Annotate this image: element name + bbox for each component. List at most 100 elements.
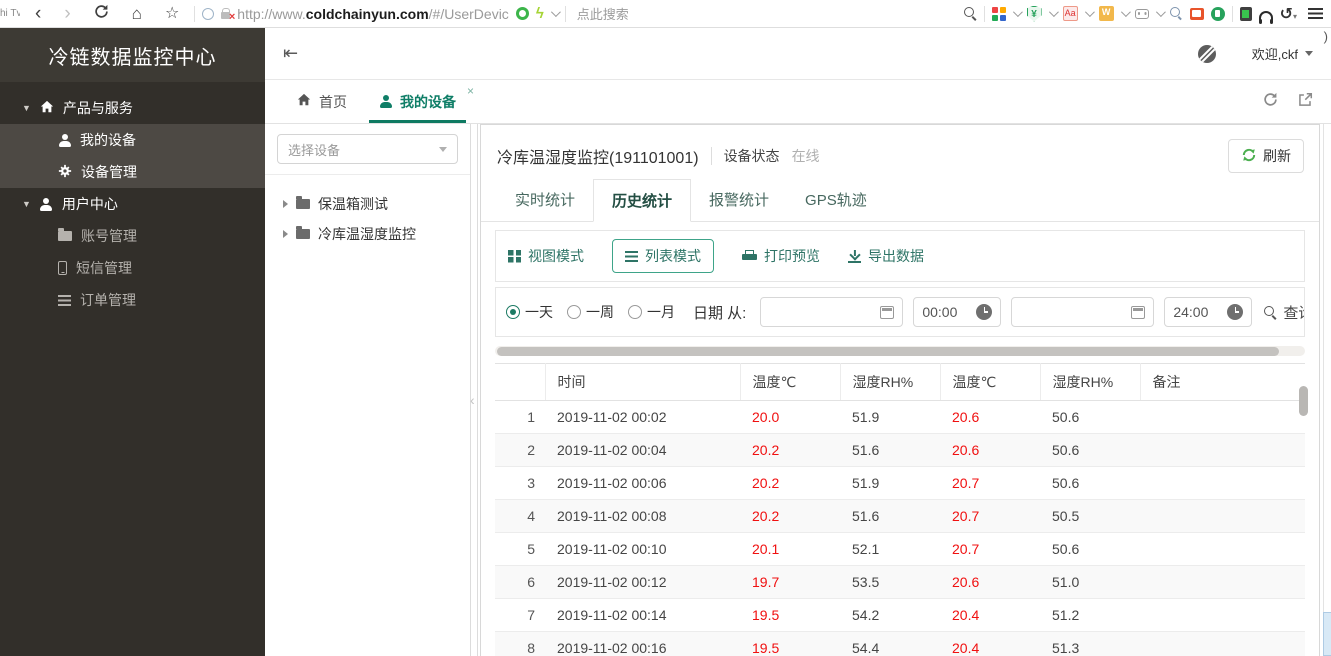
search-icon[interactable] [964, 7, 977, 20]
sidebar-menu: ▼产品与服务我的设备设备管理 ▼用户中心账号管理短信管理订单管理 [0, 82, 265, 316]
side-widget-edge[interactable] [1323, 612, 1331, 656]
time-to-input-value: 24:00 [1173, 304, 1221, 320]
divider [565, 6, 566, 22]
radio-one-day-label: 一天 [525, 302, 553, 322]
cell-col-2: 20.2 [740, 467, 840, 500]
battery-icon[interactable] [1240, 7, 1252, 21]
date-from-input[interactable] [760, 297, 903, 327]
menu-icon[interactable] [1308, 8, 1323, 19]
chevron-down-icon[interactable] [551, 7, 561, 17]
slashed-circle-icon[interactable] [1198, 45, 1216, 63]
wallet-icon[interactable]: W [1099, 6, 1114, 21]
sidebar-item-label: 设备管理 [81, 162, 137, 182]
search-button[interactable]: 查询 [1264, 302, 1305, 323]
tree-node-label: 保温箱测试 [318, 194, 388, 214]
tab-label: 首页 [319, 92, 347, 112]
collapse-handle-icon[interactable]: ‹ [470, 392, 475, 408]
chevron-down-icon[interactable] [1156, 7, 1166, 17]
zoom-icon[interactable] [1170, 7, 1183, 20]
external-link-icon[interactable] [1298, 92, 1313, 112]
broken-lock-icon[interactable] [221, 12, 230, 19]
sidebar-item-account-management[interactable]: 账号管理 [0, 220, 265, 252]
url-field[interactable]: http://www.coldchainyun.com/#/UserDevic [237, 6, 509, 22]
reader-icon[interactable] [1211, 7, 1225, 21]
chevron-down-icon[interactable] [1049, 7, 1059, 17]
pinwheel-icon[interactable] [516, 7, 529, 20]
gamepad-icon[interactable] [1135, 9, 1149, 19]
export-data-button[interactable]: 导出数据 [848, 240, 924, 272]
radio-one-day-control[interactable] [506, 305, 520, 319]
device-tree: 保温箱测试冷库温湿度监控 [265, 175, 470, 249]
main-panel: 冷库温湿度监控(191101001) 设备状态 在线 刷新 实时统计历史统计报警… [480, 124, 1320, 656]
tab-alarm-stats[interactable]: 报警统计 [691, 179, 787, 221]
sidebar-collapse-icon[interactable]: ⇤ [283, 43, 298, 64]
tab-home[interactable]: 首页 [281, 80, 363, 123]
sidebar-item-order-management[interactable]: 订单管理 [0, 284, 265, 316]
time-to-input[interactable]: 24:00 [1164, 297, 1252, 327]
chevron-down-icon[interactable] [1013, 7, 1023, 17]
time-from-input[interactable]: 00:00 [913, 297, 1001, 327]
search-hint[interactable]: 点此搜索 [577, 4, 629, 23]
back-icon[interactable]: ‹ [27, 4, 49, 23]
radio-one-day[interactable]: 一天 [506, 302, 553, 322]
panel-splitter[interactable]: ‹ [470, 124, 478, 656]
sidebar-group-user-center[interactable]: ▼用户中心 [0, 188, 265, 220]
site-circle-icon[interactable] [202, 8, 214, 20]
tab-label: 我的设备 [400, 92, 456, 112]
shield-icon[interactable]: ¥ [1027, 6, 1042, 22]
headset-icon[interactable] [1259, 11, 1273, 20]
refresh-button[interactable]: 刷新 [1228, 139, 1304, 173]
lightning-icon[interactable]: ϟ [536, 6, 544, 21]
star-icon[interactable]: ☆ [157, 6, 187, 22]
cell-col-2: 19.5 [740, 599, 840, 632]
radio-one-month-control[interactable] [628, 305, 642, 319]
refresh-page-icon[interactable] [1263, 92, 1278, 112]
caret-right-icon [283, 200, 288, 208]
radio-one-week[interactable]: 一周 [567, 302, 614, 322]
tab-history-stats[interactable]: 历史统计 [593, 179, 691, 222]
cell-col-6 [1140, 533, 1305, 566]
forward-icon[interactable]: › [56, 4, 78, 23]
chevron-down-icon[interactable] [1121, 7, 1131, 17]
tv-icon[interactable] [1190, 8, 1204, 20]
sidebar-group-products-and-services[interactable]: ▼产品与服务 [0, 92, 265, 124]
folder-icon [296, 199, 310, 209]
chevron-down-icon[interactable] [1085, 7, 1095, 17]
radio-one-month[interactable]: 一月 [628, 302, 675, 322]
horizontal-scrollbar-thumb[interactable] [497, 347, 1279, 356]
sidebar-item-device-management[interactable]: 设备管理 [0, 156, 265, 188]
user-icon [40, 198, 53, 211]
font-icon[interactable]: Aa [1063, 6, 1078, 21]
col-header-3: 湿度RH% [840, 364, 940, 401]
tree-node-cold-storage-monitor[interactable]: 冷库温湿度监控 [283, 219, 470, 249]
sidebar-item-my-devices[interactable]: 我的设备 [0, 124, 265, 156]
device-select[interactable]: 选择设备 [277, 134, 458, 164]
list-mode-button[interactable]: 列表模式 [612, 239, 714, 273]
sidebar-item-sms-management[interactable]: 短信管理 [0, 252, 265, 284]
print-preview-button[interactable]: 打印预览 [742, 240, 820, 272]
row-index: 6 [495, 566, 545, 599]
cell-col-6 [1140, 467, 1305, 500]
user-menu[interactable]: 欢迎,ckf [1252, 44, 1313, 63]
cell-col-3: 51.9 [840, 467, 940, 500]
col-header-0 [495, 364, 545, 401]
cell-col-3: 54.4 [840, 632, 940, 656]
table-row: 12019-11-02 00:0220.051.920.650.6 [495, 401, 1305, 434]
extensions-grid-icon[interactable] [992, 7, 1006, 21]
refresh-icon[interactable] [86, 4, 117, 23]
cell-col-1: 2019-11-02 00:08 [545, 500, 740, 533]
view-mode-button[interactable]: 视图模式 [508, 240, 584, 272]
tab-gps-track[interactable]: GPS轨迹 [787, 179, 885, 221]
gear-icon [58, 164, 72, 181]
close-icon[interactable]: × [467, 84, 474, 98]
tab-realtime-stats[interactable]: 实时统计 [497, 179, 593, 221]
tab-my-devices[interactable]: 我的设备 × [363, 80, 472, 123]
refresh-green-icon [1241, 147, 1257, 166]
tree-node-incubator-test[interactable]: 保温箱测试 [283, 189, 470, 219]
radio-one-week-control[interactable] [567, 305, 581, 319]
vertical-scrollbar-thumb[interactable] [1299, 386, 1308, 416]
undo-icon[interactable]: ↺▾ [1280, 4, 1297, 24]
divider [1232, 6, 1233, 22]
home-icon[interactable]: ⌂ [124, 5, 150, 22]
date-to-input[interactable] [1011, 297, 1154, 327]
